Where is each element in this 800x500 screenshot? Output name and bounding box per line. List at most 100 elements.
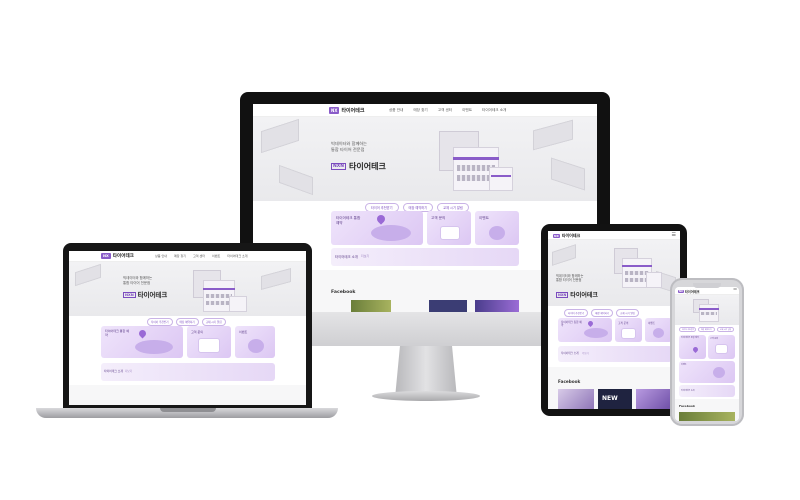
hero-brand-text: 타이어테크 [570, 292, 598, 299]
card-event[interactable]: 이벤트 [645, 318, 672, 342]
menu-item-support[interactable]: 고객 센터 [438, 108, 452, 113]
hero-line-2: 통합 타이어 전문점 [123, 280, 151, 285]
site-logo[interactable]: NX 타이어테크 [678, 289, 700, 294]
quick-link-alert[interactable]: 교체 시기 알림 [201, 318, 226, 326]
nxn-mark: NXN [556, 291, 569, 298]
site-logo[interactable]: NX 타이어테크 [101, 253, 134, 259]
facebook-title: Facebook [558, 379, 581, 384]
speech-bubble-icon [199, 339, 219, 352]
card-center[interactable]: 고객 문의 [427, 211, 471, 245]
quick-link-reserve[interactable]: 매장 예약하기 [698, 327, 715, 332]
facebook-post[interactable]: NEW [598, 389, 632, 409]
facebook-title: Facebook [679, 404, 695, 408]
pin-icon [691, 345, 700, 354]
facebook-section: Facebook [675, 399, 739, 421]
site-footer [69, 385, 306, 405]
hero-section: 빅데이터와 함께하는 통합 타이어 전문점 NXN 타이어테크 [548, 240, 680, 306]
intro-band[interactable]: 타이어테크 소개 [679, 385, 735, 397]
card-reserve[interactable]: 타이어테크 통합 예약 [101, 326, 183, 358]
card-center-label: 고객 문의 [618, 322, 629, 325]
intro-band[interactable]: 타이어테크 소개 더보기 [331, 248, 519, 266]
intro-more[interactable]: 더보기 [361, 254, 369, 258]
facebook-post[interactable] [558, 389, 594, 409]
pin-icon [375, 213, 387, 225]
quick-link-recommend[interactable]: 타이어 추천받기 [679, 327, 696, 332]
menu-item-stores[interactable]: 매장 찾기 [174, 254, 186, 258]
site-logo[interactable]: NX 타이어테크 [553, 233, 580, 239]
tablet-site: NX 타이어테크 ☰ 빅데이터와 함께하는 통합 타이어 전문점 NXN 타이어… [548, 231, 680, 409]
card-event[interactable]: 이벤트 [679, 361, 735, 383]
bg-building [552, 244, 576, 266]
menu-item-support[interactable]: 고객 센터 [193, 254, 205, 258]
quick-link-recommend[interactable]: 타이어 추천받기 [564, 309, 589, 317]
nxn-mark: NXN [123, 291, 136, 298]
phone-notch [693, 283, 721, 288]
building-illustration [189, 266, 259, 316]
hero-brand: NXN 타이어테크 [331, 161, 386, 172]
facebook-post[interactable] [429, 300, 467, 312]
card-event-label: 이벤트 [648, 322, 656, 325]
hero-line-1: 빅데이터와 함께하는 [123, 276, 153, 280]
nav-bar: NX 타이어테크 상품 안내 매장 찾기 고객 센터 이벤트 타이어테크 소개 [69, 251, 306, 262]
card-reserve[interactable]: 타이어테크 통합 예약 [558, 318, 612, 342]
hero-section [675, 295, 739, 325]
building-illustration [433, 123, 529, 199]
card-reserve[interactable]: 타이어테크 통합 예약 [331, 211, 423, 245]
logo-text: 타이어테크 [341, 108, 365, 114]
card-event[interactable]: 이벤트 [475, 211, 519, 245]
card-reserve-label: 타이어테크 통합 예약 [681, 337, 699, 339]
menu-icon[interactable]: ☰ [733, 287, 737, 292]
card-event-label: 이벤트 [239, 330, 248, 334]
quick-link-alert[interactable]: 교체 시기 알림 [717, 327, 734, 332]
card-center[interactable]: 고객 문의 [615, 318, 642, 342]
site-logo[interactable]: NX 타이어테크 [329, 107, 364, 114]
phone-site: NX 타이어테크 ☰ 타이어 추천받기 매장 예약하기 교체 시기 알림 타이어… [675, 287, 739, 421]
menu-item-event[interactable]: 이벤트 [462, 108, 472, 113]
menu-item-stores[interactable]: 매장 찾기 [413, 108, 427, 113]
card-event-label: 이벤트 [681, 364, 687, 366]
menu-icon[interactable]: ☰ [672, 232, 676, 238]
card-reserve-label: 타이어테크 통합 예약 [561, 321, 582, 328]
nav-bar: NX 타이어테크 상품 안내 매장 찾기 고객 센터 이벤트 타이어테크 소개 [253, 104, 597, 117]
card-center-label: 고객 문의 [431, 216, 446, 220]
menu-item-about[interactable]: 타이어테크 소개 [227, 254, 247, 258]
intro-band[interactable]: 타이어테크 소개 더보기 [101, 363, 275, 381]
hero-copy: 빅데이터와 함께하는 통합 타이어 전문점 [556, 274, 583, 283]
menu-item-event[interactable]: 이벤트 [212, 254, 220, 258]
bg-building [279, 164, 313, 196]
menu-item-products[interactable]: 상품 안내 [155, 254, 167, 258]
quick-link-reserve[interactable]: 매장 예약하기 [591, 309, 614, 317]
facebook-post[interactable] [351, 300, 391, 312]
intro-more[interactable]: 더보기 [582, 351, 589, 355]
building-illustration [610, 244, 670, 294]
intro-label: 타이어테크 소개 [681, 390, 695, 392]
bg-building [261, 267, 291, 291]
intro-more[interactable]: 더보기 [125, 369, 132, 373]
facebook-post[interactable] [636, 389, 672, 409]
quick-link-alert[interactable]: 교체 시기 알림 [616, 309, 639, 317]
card-reserve[interactable]: 타이어테크 통합 예약 [679, 335, 706, 359]
intro-label: 타이어테크 소개 [104, 369, 123, 373]
pin-icon [137, 328, 148, 339]
main-menu: 상품 안내 매장 찾기 고객 센터 이벤트 타이어테크 소개 [389, 108, 506, 113]
hero-brand: NXN 타이어테크 [556, 290, 598, 299]
facebook-post[interactable] [475, 300, 519, 312]
card-event[interactable]: 이벤트 [235, 326, 275, 358]
pin-icon [586, 319, 595, 328]
card-center-label: 고객 문의 [710, 338, 718, 340]
quick-link-reserve[interactable]: 매장 예약하기 [175, 318, 199, 326]
quick-link-recommend[interactable]: 타이어 추천받기 [147, 318, 173, 326]
intro-band[interactable]: 타이어테크 소개 더보기 [558, 346, 672, 362]
menu-item-products[interactable]: 상품 안내 [389, 108, 403, 113]
bg-building [551, 157, 585, 191]
logo-text: 타이어테크 [561, 233, 581, 238]
card-center-label: 고객 문의 [191, 330, 203, 334]
bg-building [533, 119, 573, 151]
menu-item-about[interactable]: 타이어테크 소개 [482, 108, 506, 113]
card-center[interactable]: 고객 문의 [187, 326, 231, 358]
facebook-section: Facebook NEW [548, 367, 680, 409]
gift-icon [713, 367, 725, 378]
facebook-post[interactable] [679, 412, 735, 421]
building-illustration [691, 297, 731, 323]
card-center[interactable]: 고객 문의 [708, 335, 735, 359]
